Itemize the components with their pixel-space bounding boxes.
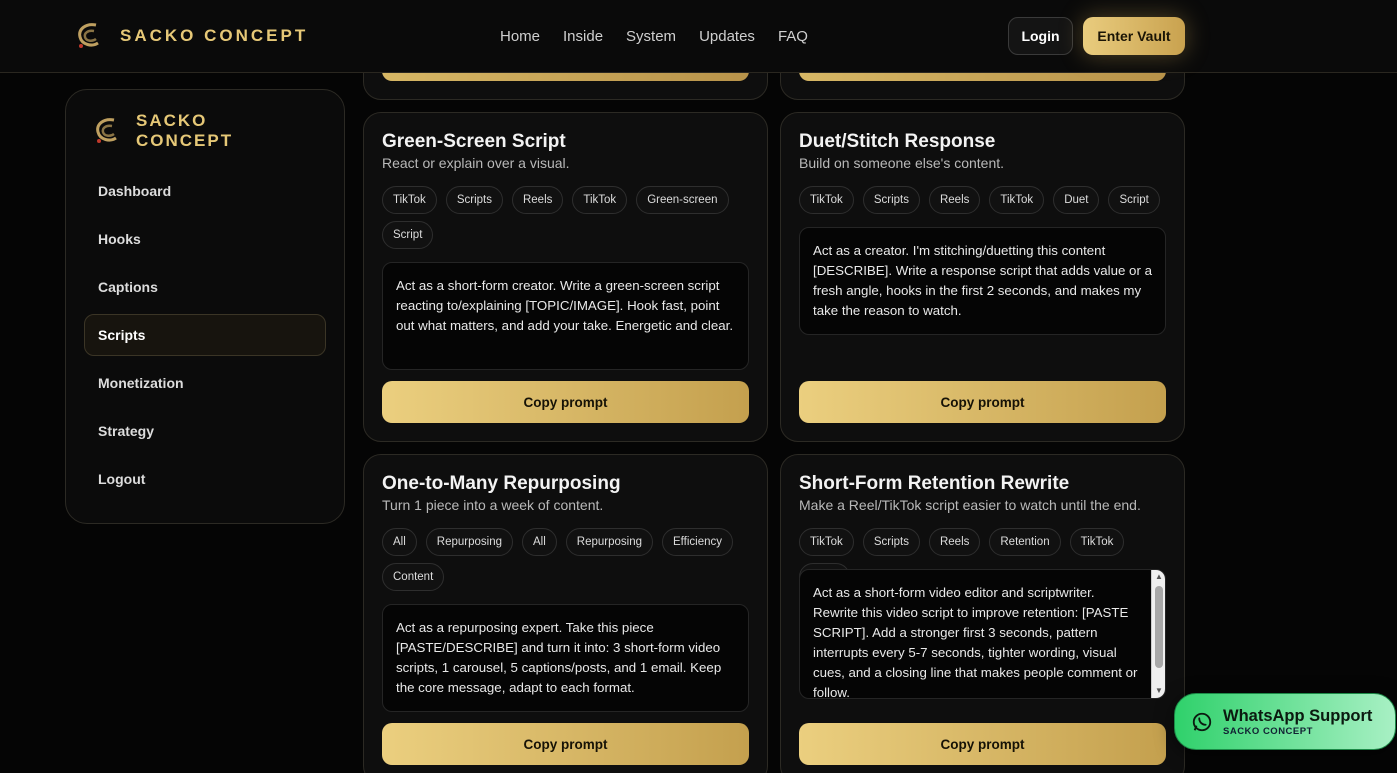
- whatsapp-title: WhatsApp Support: [1223, 706, 1373, 725]
- sidebar-item-captions[interactable]: Captions: [84, 266, 326, 308]
- tag[interactable]: Green-screen: [636, 186, 729, 214]
- tag[interactable]: Duet: [1053, 186, 1100, 214]
- prompt-textarea[interactable]: Act as a short-form video editor and scr…: [799, 569, 1166, 699]
- sidebar-item-dashboard[interactable]: Dashboard: [84, 170, 326, 212]
- tag[interactable]: Reels: [928, 528, 981, 556]
- brand[interactable]: SACKO CONCEPT: [72, 19, 308, 53]
- whatsapp-support-button[interactable]: WhatsApp Support SACKO CONCEPT: [1174, 693, 1396, 750]
- tag-list: TikTok Scripts Reels TikTok Green-screen…: [382, 186, 752, 249]
- prompt-card: Duet/Stitch Response Build on someone el…: [780, 112, 1185, 442]
- card-title: Short-Form Retention Rewrite: [799, 473, 1070, 494]
- prompt-text[interactable]: Act as a short-form creator. Write a gre…: [382, 262, 749, 370]
- card-subtitle: Turn 1 piece into a week of content.: [382, 497, 604, 513]
- tag[interactable]: All: [522, 528, 557, 556]
- main-nav: Home Inside System Updates FAQ: [500, 28, 808, 45]
- nav-updates[interactable]: Updates: [699, 28, 755, 45]
- scroll-thumb[interactable]: [1155, 586, 1163, 668]
- tag[interactable]: TikTok: [989, 186, 1045, 214]
- whatsapp-icon: [1192, 712, 1212, 731]
- tag[interactable]: Script: [382, 221, 434, 249]
- sidebar-item-scripts[interactable]: Scripts: [84, 314, 326, 356]
- tag[interactable]: Repurposing: [565, 528, 653, 556]
- sidebar-item-strategy[interactable]: Strategy: [84, 410, 326, 452]
- tag-list: All Repurposing All Repurposing Efficien…: [382, 528, 752, 591]
- prompt-text[interactable]: Act as a repurposing expert. Take this p…: [382, 604, 749, 712]
- sidebar-brand[interactable]: SACKO CONCEPT: [90, 111, 246, 151]
- tag[interactable]: Efficiency: [662, 528, 734, 556]
- tag[interactable]: TikTok: [572, 186, 628, 214]
- sidebar-menu: Dashboard Hooks Captions Scripts Monetiz…: [84, 170, 326, 506]
- scroll-up-icon[interactable]: ▲: [1154, 572, 1164, 582]
- textarea-scrollbar[interactable]: ▲ ▼: [1151, 570, 1165, 698]
- logo-icon: [96, 118, 117, 143]
- sidebar-item-hooks[interactable]: Hooks: [84, 218, 326, 260]
- enter-vault-button[interactable]: Enter Vault: [1083, 17, 1185, 55]
- tag[interactable]: Retention: [989, 528, 1061, 556]
- card-title: Green-Screen Script: [382, 131, 566, 152]
- card-subtitle: Make a Reel/TikTok script easier to watc…: [799, 497, 1141, 513]
- scroll-down-icon[interactable]: ▼: [1154, 686, 1164, 696]
- tag[interactable]: Scripts: [862, 528, 920, 556]
- card-title: Duet/Stitch Response: [799, 131, 996, 152]
- tag[interactable]: Content: [382, 563, 445, 591]
- nav-faq[interactable]: FAQ: [778, 28, 808, 45]
- sidebar-brand-line1: SACKO: [136, 111, 208, 130]
- sidebar: SACKO CONCEPT Dashboard Hooks Captions S…: [65, 89, 345, 524]
- logo-icon: [78, 23, 99, 48]
- tag[interactable]: Repurposing: [425, 528, 513, 556]
- top-navbar: SACKO CONCEPT Home Inside System Updates…: [0, 0, 1397, 73]
- nav-inside[interactable]: Inside: [563, 28, 603, 45]
- prompt-card: Green-Screen Script React or explain ove…: [363, 112, 768, 442]
- whatsapp-subtitle: SACKO CONCEPT: [1223, 725, 1313, 737]
- nav-home[interactable]: Home: [500, 28, 540, 45]
- brand-name: SACKO CONCEPT: [120, 26, 309, 45]
- copy-prompt-button[interactable]: Copy prompt: [799, 723, 1166, 765]
- copy-prompt-button[interactable]: Copy prompt: [382, 723, 749, 765]
- card-title: One-to-Many Repurposing: [382, 473, 621, 494]
- copy-prompt-button[interactable]: Copy prompt: [382, 381, 749, 423]
- tag[interactable]: Scripts: [862, 186, 920, 214]
- tag[interactable]: Reels: [928, 186, 981, 214]
- login-button[interactable]: Login: [1008, 17, 1073, 55]
- tag[interactable]: Reels: [511, 186, 564, 214]
- nav-system[interactable]: System: [626, 28, 676, 45]
- tag[interactable]: TikTok: [799, 528, 854, 556]
- prompt-text: Act as a short-form video editor and scr…: [813, 585, 1138, 699]
- sidebar-item-logout[interactable]: Logout: [84, 458, 326, 500]
- sidebar-brand-line2: CONCEPT: [136, 131, 234, 150]
- copy-prompt-button[interactable]: Copy prompt: [799, 381, 1166, 423]
- tag[interactable]: TikTok: [799, 186, 854, 214]
- sidebar-brand-name: SACKO CONCEPT: [136, 111, 246, 151]
- tag[interactable]: Script: [1108, 186, 1160, 214]
- tag[interactable]: TikTok: [1069, 528, 1125, 556]
- prompt-text[interactable]: Act as a creator. I'm stitching/duetting…: [799, 227, 1166, 335]
- prompt-card: One-to-Many Repurposing Turn 1 piece int…: [363, 454, 768, 773]
- tag[interactable]: Scripts: [445, 186, 503, 214]
- prompt-card: Short-Form Retention Rewrite Make a Reel…: [780, 454, 1185, 773]
- tag[interactable]: TikTok: [382, 186, 437, 214]
- tag[interactable]: All: [382, 528, 417, 556]
- sidebar-item-monetization[interactable]: Monetization: [84, 362, 326, 404]
- card-subtitle: Build on someone else's content.: [799, 155, 1005, 171]
- tag-list: TikTok Scripts Reels TikTok Duet Script: [799, 186, 1169, 214]
- card-subtitle: React or explain over a visual.: [382, 155, 570, 171]
- whatsapp-text: WhatsApp Support SACKO CONCEPT: [1223, 707, 1372, 737]
